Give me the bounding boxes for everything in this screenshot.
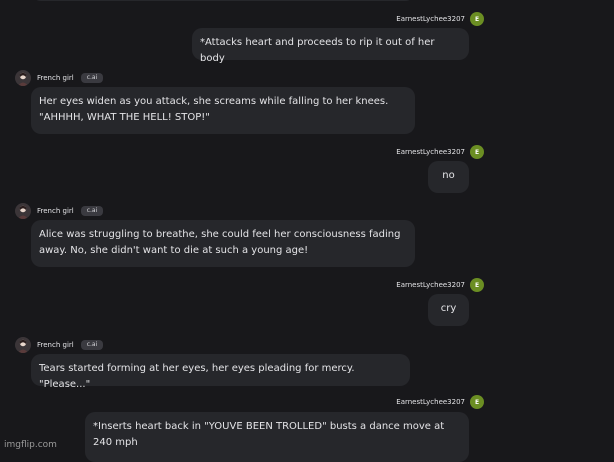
- bot-badge: c.ai: [80, 206, 104, 216]
- user-name: EarnestLychee3207: [396, 281, 465, 289]
- bot-avatar[interactable]: [15, 70, 31, 86]
- message-text: *Inserts heart back in "YOUVE BEEN TROLL…: [93, 421, 445, 448]
- user-avatar[interactable]: E: [470, 278, 484, 292]
- user-avatar[interactable]: E: [470, 145, 484, 159]
- bot-message-bubble: Tears started forming at her eyes, her e…: [31, 354, 410, 390]
- bot-name: French girl: [37, 74, 74, 82]
- bot-avatar[interactable]: [15, 337, 31, 353]
- user-message-header: EarnestLychee3207 E: [396, 12, 484, 26]
- user-message-bubble: cry: [428, 294, 469, 326]
- message-text: cry: [440, 303, 457, 314]
- bot-avatar[interactable]: [15, 203, 31, 219]
- character-avatar-icon: [15, 203, 31, 219]
- bot-message-header: French girl c.ai: [15, 70, 104, 86]
- user-message-bubble: *Attacks heart and proceeds to rip it ou…: [192, 28, 469, 64]
- user-name: EarnestLychee3207: [396, 15, 465, 23]
- watermark: imgflip.com: [4, 440, 57, 450]
- message-text: Tears started forming at her eyes, her e…: [39, 363, 355, 390]
- bot-badge: c.ai: [80, 73, 104, 83]
- character-avatar-icon: [15, 70, 31, 86]
- previous-message-bubble: [31, 0, 415, 1]
- bot-message-bubble: Alice was struggling to breathe, she cou…: [31, 220, 415, 267]
- user-message-header: EarnestLychee3207 E: [396, 145, 484, 159]
- message-text: no: [442, 170, 455, 181]
- character-avatar-icon: [15, 337, 31, 353]
- bot-badge: c.ai: [80, 340, 104, 350]
- user-name: EarnestLychee3207: [396, 398, 465, 406]
- bot-message-header: French girl c.ai: [15, 337, 104, 353]
- user-name: EarnestLychee3207: [396, 148, 465, 156]
- bot-name: French girl: [37, 207, 74, 215]
- user-avatar[interactable]: E: [470, 395, 484, 409]
- bot-message-bubble: Her eyes widen as you attack, she scream…: [31, 87, 415, 134]
- user-message-header: EarnestLychee3207 E: [396, 395, 484, 409]
- user-message-bubble: no: [428, 161, 469, 193]
- bot-name: French girl: [37, 341, 74, 349]
- user-avatar[interactable]: E: [470, 12, 484, 26]
- message-text: *Attacks heart and proceeds to rip it ou…: [200, 37, 435, 64]
- bot-message-header: French girl c.ai: [15, 203, 104, 219]
- user-message-header: EarnestLychee3207 E: [396, 278, 484, 292]
- message-text: Alice was struggling to breathe, she cou…: [39, 229, 401, 256]
- message-text: Her eyes widen as you attack, she scream…: [39, 96, 389, 123]
